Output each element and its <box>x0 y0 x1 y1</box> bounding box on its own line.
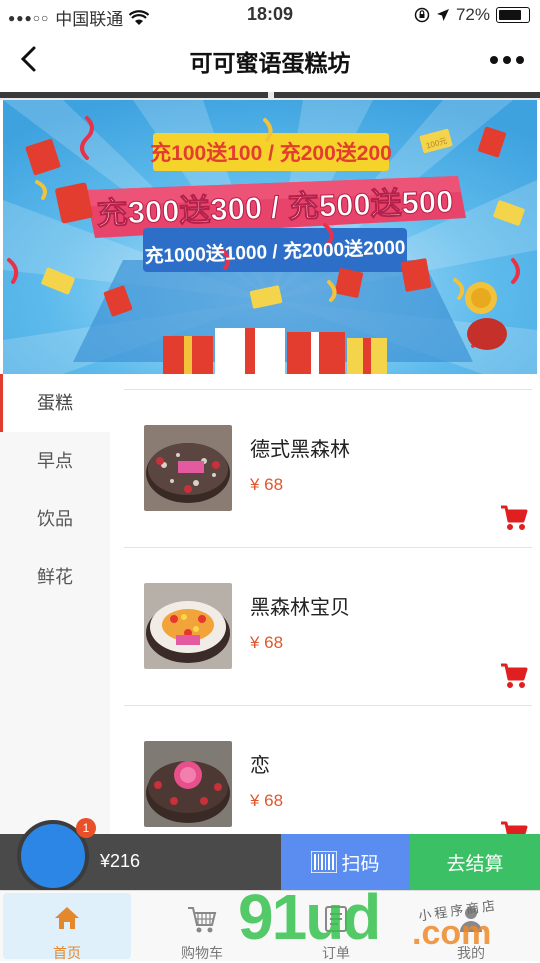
home-icon <box>55 907 79 929</box>
product-price: ¥ 68 <box>250 791 284 810</box>
cart-count-badge: 1 <box>76 818 96 838</box>
tab-cart[interactable]: 购物车 <box>138 893 266 961</box>
more-menu-icon[interactable] <box>490 56 524 64</box>
scan-button[interactable]: 扫码 <box>281 834 410 890</box>
category-sidebar: 蛋糕 早点 饮品 鲜花 <box>0 374 110 834</box>
tab-orders-label: 订单 <box>322 945 350 961</box>
category-item-drinks[interactable]: 饮品 <box>0 490 110 548</box>
promo-banner[interactable]: 充100送100 / 充200送200 充300送300 / 充500送500 … <box>3 100 537 374</box>
battery-percent: 72% <box>455 5 490 24</box>
category-item-breakfast[interactable]: 早点 <box>0 432 110 490</box>
add-to-cart-icon[interactable] <box>500 663 528 689</box>
list-item[interactable]: 恋 ¥ 68 <box>124 705 532 834</box>
tab-orders[interactable]: 订单 <box>272 893 400 961</box>
tab-me[interactable]: 我的 <box>406 893 536 961</box>
banner-line1: 充100送100 / 充200送200 <box>150 141 392 165</box>
status-bar: ●●●○○ 中国联通 18:09 72% <box>0 0 540 30</box>
category-item-flowers[interactable]: 鲜花 <box>0 548 110 606</box>
divider <box>124 705 532 706</box>
product-name: 恋 <box>250 755 270 777</box>
cart-bar: 1 ¥216 扫码 去结算 <box>0 818 540 892</box>
product-price: ¥ 68 <box>250 633 284 652</box>
previous-banner-strip <box>0 92 540 100</box>
checkout-button[interactable]: 去结算 <box>410 834 540 890</box>
add-to-cart-icon[interactable] <box>500 505 528 531</box>
tab-home-label: 首页 <box>53 945 81 961</box>
product-name: 德式黑森林 <box>250 439 350 461</box>
user-icon <box>460 907 482 932</box>
tab-home[interactable]: 首页 <box>3 893 131 961</box>
battery-icon <box>496 7 530 23</box>
tab-me-label: 我的 <box>457 945 485 961</box>
product-name: 黑森林宝贝 <box>250 597 350 619</box>
page-title: 可可蜜语蛋糕坊 <box>189 50 351 76</box>
list-item[interactable]: 德式黑森林 ¥ 68 <box>124 389 532 547</box>
product-image[interactable] <box>144 741 232 827</box>
shopping-cart-icon <box>188 907 217 933</box>
divider <box>124 547 532 548</box>
barcode-icon <box>311 851 338 873</box>
list-item[interactable]: 黑森林宝贝 ¥ 68 <box>124 547 532 705</box>
product-image[interactable] <box>144 425 232 511</box>
promo-banner-art: 充100送100 / 充200送200 充300送300 / 充500送500 … <box>3 100 537 374</box>
cart-summary: 1 ¥216 <box>0 818 281 892</box>
category-item-cake[interactable]: 蛋糕 <box>0 374 110 432</box>
tab-bar: 首页 购物车 订单 我的 <box>0 890 540 961</box>
product-price: ¥ 68 <box>250 475 284 494</box>
nav-bar: 可可蜜语蛋糕坊 <box>0 30 540 92</box>
product-list: 德式黑森林 ¥ 68 黑森林宝贝 ¥ 68 恋 ¥ 68 <box>110 374 540 834</box>
add-to-cart-icon[interactable] <box>500 821 528 834</box>
product-image[interactable] <box>144 583 232 669</box>
tab-cart-label: 购物车 <box>181 945 223 961</box>
scan-label: 扫码 <box>341 853 380 875</box>
rotation-lock-icon <box>414 7 430 23</box>
order-list-icon <box>325 906 347 932</box>
cart-total: ¥216 <box>100 851 141 871</box>
location-icon <box>436 9 449 21</box>
divider <box>124 389 532 390</box>
